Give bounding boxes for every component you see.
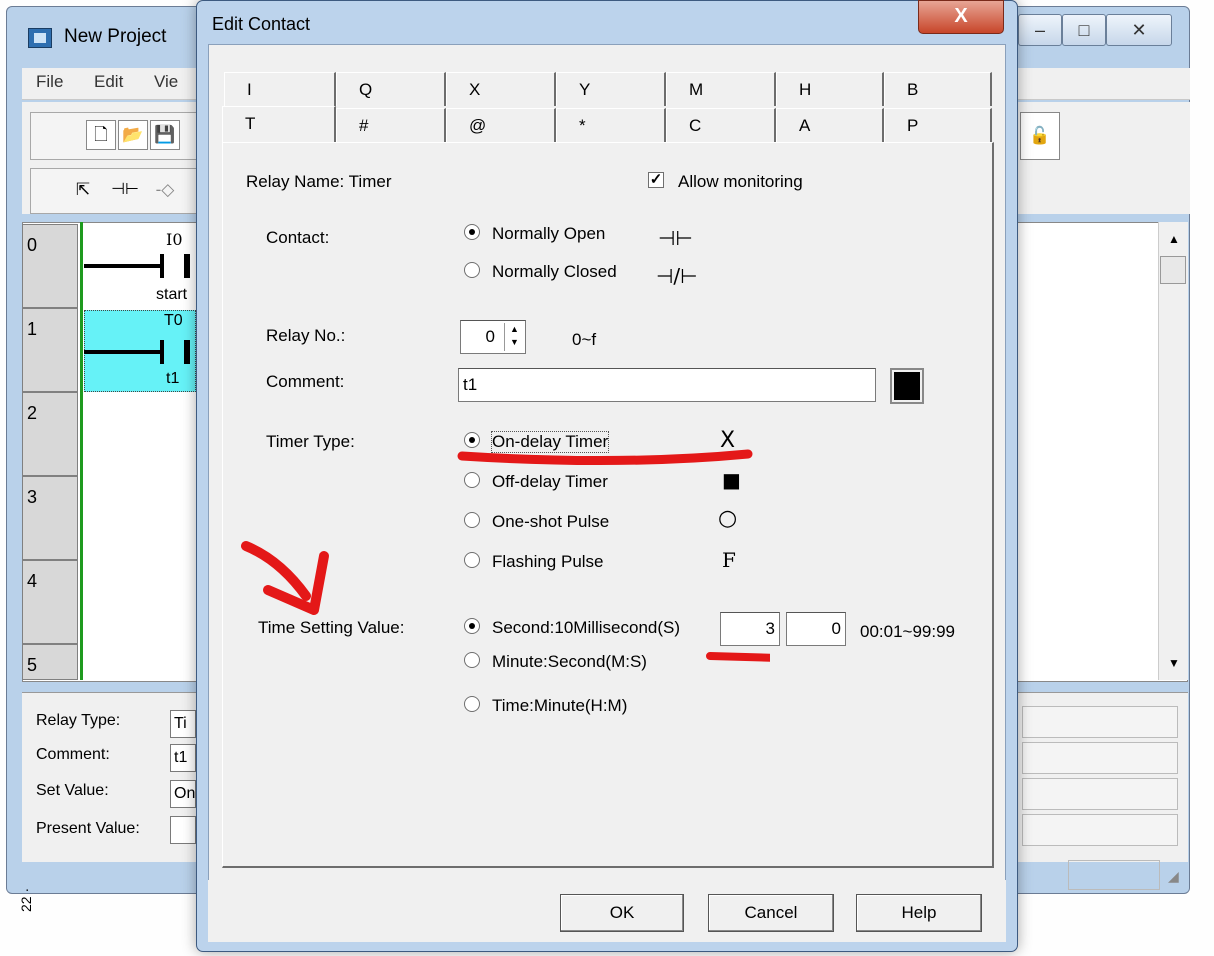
- contact-comment: t1: [166, 370, 180, 387]
- cancel-button[interactable]: Cancel: [708, 894, 834, 932]
- tab-c[interactable]: C: [666, 108, 776, 142]
- rung-number: 5: [22, 644, 78, 680]
- time-minute-label: Time:Minute(H:M): [492, 696, 628, 715]
- tab-y[interactable]: Y: [556, 72, 666, 106]
- tab-hash[interactable]: #: [336, 108, 446, 142]
- status-field-right: [1022, 706, 1178, 738]
- tab-at[interactable]: @: [446, 108, 556, 142]
- tab-x[interactable]: X: [446, 72, 556, 106]
- normally-open-icon: ⊣⊢: [658, 226, 693, 250]
- scroll-down-icon[interactable]: ▼: [1168, 656, 1180, 670]
- set-value-value: On: [170, 780, 196, 808]
- time-minute-radio[interactable]: [464, 696, 480, 712]
- set-value-label: Set Value:: [36, 782, 109, 799]
- time-value-input-2[interactable]: 0: [786, 612, 846, 646]
- normally-closed-label: Normally Closed: [492, 262, 617, 281]
- allow-monitoring-checkbox[interactable]: ✓: [648, 172, 664, 188]
- statusbar-pane: [1068, 860, 1160, 890]
- lock-tool-icon[interactable]: 🔓: [1020, 112, 1060, 160]
- scroll-thumb[interactable]: [1160, 256, 1186, 284]
- dialog-title: Edit Contact: [212, 14, 311, 34]
- status-field-right: [1022, 814, 1178, 846]
- relay-no-label: Relay No.:: [266, 326, 346, 345]
- new-file-icon[interactable]: 🗋: [86, 120, 116, 150]
- status-field-right: [1022, 742, 1178, 774]
- comment-status-label: Comment:: [36, 746, 110, 763]
- app-icon: [28, 28, 52, 48]
- pointer-icon[interactable]: ⇱: [68, 176, 98, 206]
- comment-label: Comment:: [266, 372, 345, 391]
- menu-edit[interactable]: Edit: [94, 72, 123, 92]
- red-annotations: [241, 449, 770, 662]
- power-rail: [80, 222, 83, 680]
- status-field-right: [1022, 778, 1178, 810]
- contact-left-bar: [160, 340, 164, 364]
- comment-input[interactable]: t1: [458, 368, 876, 402]
- rung-number: 2: [22, 392, 78, 476]
- menu-view[interactable]: Vie: [154, 72, 178, 92]
- rung-number: 1: [22, 308, 78, 392]
- tab-i[interactable]: I: [224, 72, 336, 106]
- open-folder-icon[interactable]: 📂: [118, 120, 148, 150]
- relay-type-value: Ti: [170, 710, 196, 738]
- time-range-label: 00:01~99:99: [860, 622, 956, 641]
- menu-file[interactable]: File: [36, 72, 63, 92]
- relay-type-label: Relay Type:: [36, 712, 121, 729]
- color-picker-button[interactable]: [890, 368, 924, 404]
- tab-t[interactable]: T: [222, 106, 336, 146]
- help-button[interactable]: Help: [856, 894, 982, 932]
- tab-m[interactable]: M: [666, 72, 776, 106]
- normally-open-radio[interactable]: [464, 224, 480, 240]
- contact-right-bar: [184, 254, 190, 278]
- spinner-arrows-icon[interactable]: ▲ ▼: [504, 323, 524, 351]
- tab-b[interactable]: B: [884, 72, 992, 106]
- ok-button[interactable]: OK: [560, 894, 684, 932]
- contact-right-bar: [184, 340, 190, 364]
- tab-star[interactable]: *: [556, 108, 666, 142]
- normally-closed-radio[interactable]: [464, 262, 480, 278]
- contact-label: T0: [164, 312, 183, 329]
- red-underline-timer: [457, 449, 753, 466]
- scroll-up-icon[interactable]: ▲: [1168, 232, 1180, 246]
- red-underline-value: [706, 652, 770, 662]
- vertical-scrollbar[interactable]: [1158, 222, 1188, 680]
- allow-monitoring-label: Allow monitoring: [678, 172, 803, 191]
- rung-number: 4: [22, 560, 78, 644]
- contact-label: I0: [166, 230, 183, 249]
- rung-number: 3: [22, 476, 78, 560]
- present-value-label: Present Value:: [36, 820, 140, 837]
- normally-open-label: Normally Open: [492, 224, 606, 243]
- minimize-button[interactable]: –: [1018, 14, 1062, 46]
- normally-closed-icon: ⊣/⊢: [656, 264, 698, 288]
- relay-no-range: 0~f: [572, 330, 597, 349]
- comment-status-value: t1: [170, 744, 196, 772]
- save-icon[interactable]: 💾: [150, 120, 180, 150]
- tab-a[interactable]: A: [776, 108, 884, 142]
- tab-p[interactable]: P: [884, 108, 992, 142]
- close-button[interactable]: ✕: [1106, 14, 1172, 46]
- maximize-button[interactable]: □: [1062, 14, 1106, 46]
- bg-window-title: New Project: [64, 26, 167, 47]
- tab-q[interactable]: Q: [336, 72, 446, 106]
- resize-grip-icon[interactable]: ◢: [1168, 868, 1179, 885]
- tab-h[interactable]: H: [776, 72, 884, 106]
- coil-tool-icon[interactable]: -◇: [150, 176, 180, 206]
- contact-tool-icon[interactable]: ⊣⊢: [110, 176, 140, 206]
- side-text: 22 ·: [18, 887, 34, 912]
- contact-label: Contact:: [266, 228, 330, 247]
- dialog-close-button[interactable]: X: [918, 0, 1004, 34]
- rung-number: 0: [22, 224, 78, 308]
- rung-wire: [84, 350, 164, 354]
- contact-left-bar: [160, 254, 164, 278]
- present-value-value: [170, 816, 196, 844]
- relay-name: Relay Name: Timer: [246, 172, 392, 191]
- contact-comment: start: [156, 286, 188, 303]
- rung-wire: [84, 264, 164, 268]
